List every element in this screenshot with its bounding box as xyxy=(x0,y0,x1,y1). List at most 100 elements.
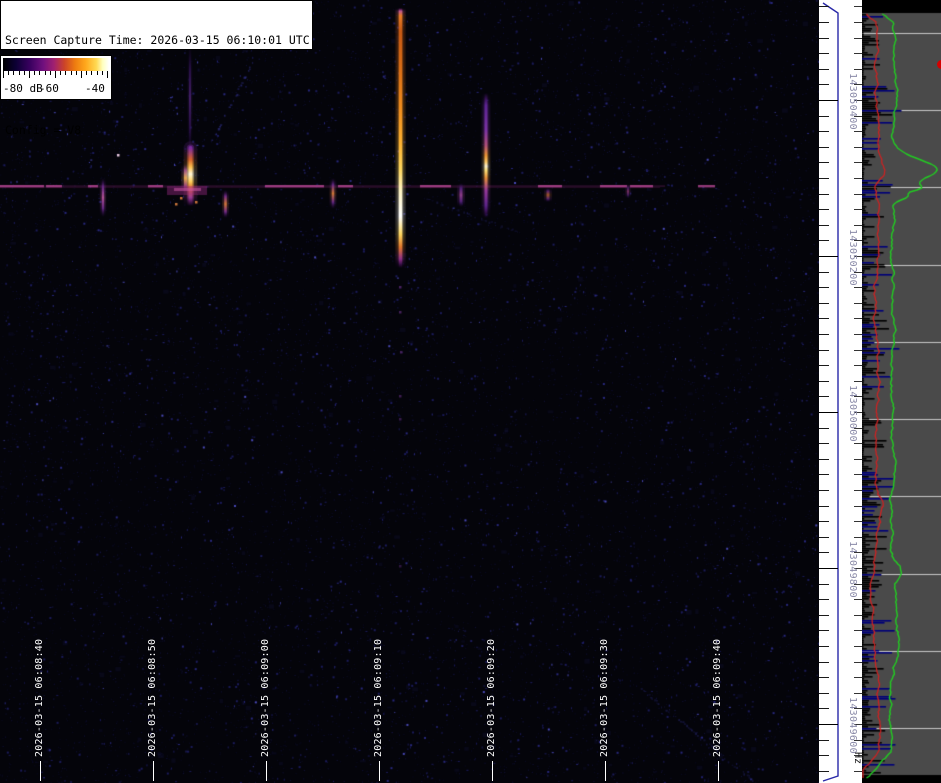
db-label-min: -80 dB xyxy=(3,82,43,95)
frequency-minor-tick-right xyxy=(854,615,862,616)
time-tick-label: 2026-03-15 06:08:40 xyxy=(34,638,45,757)
legend-tick-mark xyxy=(13,71,15,75)
frequency-minor-tick xyxy=(819,162,829,163)
frequency-minor-tick-right xyxy=(854,287,862,288)
frequency-minor-tick-right xyxy=(854,194,862,195)
legend-tick-mark xyxy=(65,71,67,75)
frequency-minor-tick-right xyxy=(854,38,862,39)
time-tick-mark xyxy=(605,761,606,781)
frequency-minor-tick xyxy=(819,53,829,54)
legend-tick-mark xyxy=(44,71,46,75)
frequency-minor-tick xyxy=(819,178,829,179)
spectrum-capture-window: Screen Capture Time: 2026-03-15 06:10:01… xyxy=(0,0,941,783)
time-tick-label: 2026-03-15 06:08:50 xyxy=(147,638,158,757)
legend-tick-mark xyxy=(49,71,51,75)
legend-tick-mark xyxy=(8,71,10,75)
legend-tick-mark xyxy=(29,71,30,78)
time-tick-label: 2026-03-15 06:09:30 xyxy=(599,638,610,757)
frequency-minor-tick-right xyxy=(854,771,862,772)
frequency-minor-tick xyxy=(819,84,829,85)
frequency-minor-tick xyxy=(819,677,829,678)
frequency-minor-tick xyxy=(819,646,829,647)
legend-tick-mark xyxy=(55,71,56,78)
frequency-minor-tick-right xyxy=(854,381,862,382)
frequency-minor-tick xyxy=(819,225,829,226)
color-scale-ticks xyxy=(3,71,109,79)
frequency-minor-tick xyxy=(819,147,829,148)
frequency-minor-tick-right xyxy=(854,521,862,522)
frequency-minor-tick xyxy=(819,131,829,132)
time-tick-label: 2026-03-15 06:09:00 xyxy=(260,638,271,757)
frequency-minor-tick xyxy=(819,318,829,319)
frequency-minor-tick-right xyxy=(854,662,862,663)
frequency-major-tick xyxy=(819,568,838,569)
frequency-minor-tick xyxy=(819,303,829,304)
frequency-minor-tick xyxy=(819,272,829,273)
frequency-minor-tick xyxy=(819,740,829,741)
legend-tick-mark xyxy=(101,71,103,75)
legend-tick-mark xyxy=(81,71,82,78)
spectrum-graph-panel xyxy=(862,0,941,783)
frequency-minor-tick xyxy=(819,693,829,694)
legend-tick-mark xyxy=(39,71,41,75)
legend-tick-mark xyxy=(18,71,20,75)
frequency-major-tick xyxy=(819,724,838,725)
frequency-minor-tick xyxy=(819,287,829,288)
color-scale-gradient xyxy=(3,58,109,71)
db-label-mid: -60 xyxy=(39,82,59,95)
frequency-minor-tick-right xyxy=(854,459,862,460)
frequency-tick-label: 143050200 xyxy=(847,229,858,286)
frequency-tick-label: 143049800 xyxy=(847,541,858,598)
time-tick-mark xyxy=(40,761,41,781)
frequency-minor-tick xyxy=(819,708,829,709)
time-tick-mark xyxy=(153,761,154,781)
frequency-minor-tick xyxy=(819,116,829,117)
time-tick-mark xyxy=(266,761,267,781)
frequency-major-tick xyxy=(819,256,838,257)
frequency-minor-tick-right xyxy=(854,350,862,351)
frequency-minor-tick-right xyxy=(854,53,862,54)
frequency-minor-tick xyxy=(819,428,829,429)
frequency-minor-tick-right xyxy=(854,630,862,631)
frequency-minor-tick-right xyxy=(854,334,862,335)
frequency-unit-label: Hz xyxy=(852,752,863,765)
frequency-minor-tick xyxy=(819,662,829,663)
frequency-minor-tick-right xyxy=(854,131,862,132)
frequency-minor-tick xyxy=(819,755,829,756)
frequency-minor-tick xyxy=(819,396,829,397)
frequency-minor-tick-right xyxy=(854,490,862,491)
frequency-minor-tick-right xyxy=(854,6,862,7)
capture-time-text: Screen Capture Time: 2026-03-15 06:10:01… xyxy=(5,33,310,47)
frequency-minor-tick xyxy=(819,552,829,553)
legend-tick-mark xyxy=(70,71,72,75)
frequency-minor-tick xyxy=(819,22,829,23)
frequency-minor-tick xyxy=(819,240,829,241)
capture-info-box: Screen Capture Time: 2026-03-15 06:10:01… xyxy=(0,0,313,137)
frequency-minor-tick-right xyxy=(854,303,862,304)
legend-tick-mark xyxy=(60,71,62,75)
db-label-max: -40 xyxy=(85,82,105,95)
frequency-minor-tick xyxy=(819,6,829,7)
frequency-minor-tick xyxy=(819,443,829,444)
frequency-minor-tick xyxy=(819,381,829,382)
config-text: Config = V8 xyxy=(5,123,82,137)
frequency-minor-tick-right xyxy=(854,209,862,210)
frequency-minor-tick xyxy=(819,69,829,70)
frequency-minor-tick xyxy=(819,474,829,475)
frequency-minor-tick xyxy=(819,490,829,491)
legend-tick-mark xyxy=(75,71,77,75)
frequency-minor-tick xyxy=(819,537,829,538)
frequency-tick-label: 143050400 xyxy=(847,73,858,130)
frequency-major-tick xyxy=(819,100,838,101)
frequency-tick-label: 143049600 xyxy=(847,697,858,754)
legend-tick-mark xyxy=(86,71,88,75)
peak-marker-dot xyxy=(937,59,941,69)
time-tick-mark xyxy=(718,761,719,781)
frequency-minor-tick-right xyxy=(854,69,862,70)
frequency-minor-tick xyxy=(819,584,829,585)
frequency-minor-tick-right xyxy=(854,225,862,226)
time-tick-mark xyxy=(379,761,380,781)
frequency-minor-tick xyxy=(819,334,829,335)
frequency-major-tick xyxy=(819,412,838,413)
frequency-minor-tick-right xyxy=(854,474,862,475)
